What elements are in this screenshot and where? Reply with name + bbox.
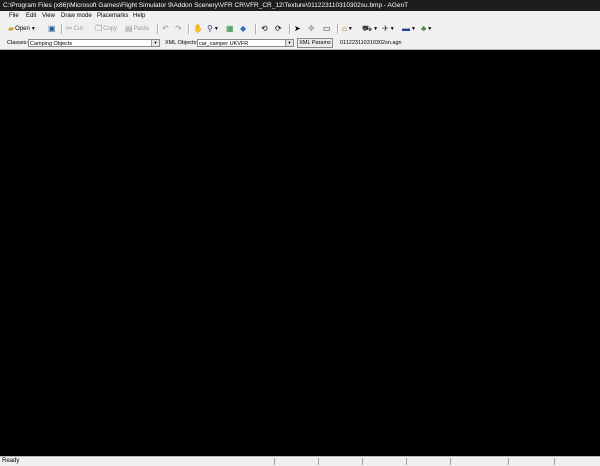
cut-icon: ✂ [66, 24, 73, 33]
status-pane [508, 458, 509, 465]
classes-bar: Classes: Camping Objects ▼ XML Objects: … [0, 37, 600, 50]
xml-objects-value: car_camper UKVFR [199, 41, 249, 47]
redo-button[interactable]: ↷ [175, 23, 182, 35]
layers-button[interactable]: ▦ [226, 23, 234, 35]
status-pane [274, 458, 275, 465]
chevron-down-icon[interactable]: ▼ [151, 40, 159, 46]
classes-value: Camping Objects [30, 41, 73, 47]
chevron-down-icon[interactable]: ▼ [348, 26, 353, 32]
zoom-icon: ⚲ [207, 24, 213, 33]
hand-tool-button[interactable]: ✋ [193, 23, 203, 35]
menu-view[interactable]: View [42, 11, 55, 21]
vehicle-button[interactable]: ⛟ ▼ [362, 23, 378, 35]
building-button[interactable]: ⌂ ▼ [342, 23, 353, 35]
plane-icon: ✈ [382, 24, 389, 33]
chevron-down-icon[interactable]: ▼ [390, 26, 395, 32]
vehicle-icon: ⛟ [362, 24, 373, 33]
xml-objects-select[interactable]: car_camper UKVFR ▼ [197, 39, 294, 47]
undo-button[interactable]: ↶ [162, 23, 169, 35]
toolbar-separator [61, 24, 63, 34]
rotate-left-button[interactable]: ⟲ [261, 23, 268, 35]
pointer-icon: ➤ [294, 24, 301, 33]
pointer-tool-button[interactable]: ➤ [294, 23, 301, 35]
menu-placemarks[interactable]: Placemarks [97, 11, 128, 21]
hand-icon: ✋ [193, 24, 203, 33]
menu-edit[interactable]: Edit [26, 11, 36, 21]
open-button[interactable]: ▰ Open ▼ [8, 23, 36, 35]
chevron-down-icon[interactable]: ▼ [285, 40, 293, 46]
classes-label: Classes: [7, 40, 29, 46]
map-icon: ◆ [240, 24, 247, 33]
xml-objects-label: XML Objects: [165, 40, 198, 46]
chevron-down-icon[interactable]: ▼ [373, 26, 378, 32]
truck-icon: ▬ [402, 24, 410, 33]
chevron-down-icon[interactable]: ▼ [31, 26, 36, 32]
undo-icon: ↶ [162, 24, 169, 33]
menu-help[interactable]: Help [133, 11, 145, 21]
toolbar-separator [255, 24, 257, 34]
copy-button[interactable]: ❐ Copy [95, 23, 117, 35]
rectangle-tool-button[interactable]: ▭ [323, 23, 331, 35]
move-tool-button[interactable]: ✥ [308, 23, 315, 35]
window-title: C:\Program Files (x86)\Microsoft Games\F… [3, 2, 409, 9]
rectangle-icon: ▭ [323, 24, 331, 33]
toolbar-separator [157, 24, 159, 34]
chevron-down-icon[interactable]: ▼ [214, 26, 219, 32]
status-pane [362, 458, 363, 465]
copy-label: Copy [103, 26, 118, 32]
truck-button[interactable]: ▬ ▼ [402, 23, 416, 35]
title-bar: C:\Program Files (x86)\Microsoft Games\F… [0, 0, 600, 11]
open-label: Open [15, 26, 30, 32]
building-icon: ⌂ [342, 24, 347, 33]
rotate-right-button[interactable]: ⟳ [275, 23, 282, 35]
copy-icon: ❐ [95, 24, 103, 33]
tree-icon: ♣ [421, 24, 427, 33]
toolbar-separator [188, 24, 190, 34]
status-pane [318, 458, 319, 465]
redo-icon: ↷ [175, 24, 182, 33]
xml-params-button[interactable]: XML Params [297, 38, 333, 48]
toolbar: ▰ Open ▼ ▣ ✂ Cut ❐ Copy ▤ Paste ↶ ↷ ✋ ⚲ … [0, 21, 600, 38]
layers-icon: ▦ [226, 24, 234, 33]
paste-icon: ▤ [125, 24, 133, 33]
save-icon: ▣ [48, 24, 56, 33]
move-icon: ✥ [308, 24, 315, 33]
chevron-down-icon[interactable]: ▼ [411, 26, 416, 32]
status-pane [554, 458, 555, 465]
open-icon: ▰ [8, 24, 15, 33]
toolbar-separator [337, 24, 339, 34]
rotate-left-icon: ⟲ [261, 24, 268, 33]
toolbar-separator [289, 24, 291, 34]
menu-draw-mode[interactable]: Draw mode [61, 11, 92, 21]
paste-button[interactable]: ▤ Paste [125, 23, 149, 35]
menu-file[interactable]: File [9, 11, 19, 21]
chevron-down-icon[interactable]: ▼ [427, 26, 432, 32]
map-canvas[interactable] [0, 50, 600, 456]
save-button[interactable]: ▣ [48, 23, 56, 35]
plane-button[interactable]: ✈ ▼ [382, 23, 395, 35]
status-pane [406, 458, 407, 465]
status-pane [450, 458, 451, 465]
zoom-button[interactable]: ⚲ ▼ [207, 23, 219, 35]
rotate-right-icon: ⟳ [275, 24, 282, 33]
paste-label: Paste [133, 26, 149, 32]
map-button[interactable]: ◆ [240, 23, 246, 35]
classes-select[interactable]: Camping Objects ▼ [28, 39, 160, 47]
current-file-name: 011223110310302sn.agn [340, 40, 402, 46]
cut-label: Cut [73, 26, 84, 32]
tree-button[interactable]: ♣ ▼ [421, 23, 432, 35]
cut-button[interactable]: ✂ Cut [66, 23, 83, 35]
